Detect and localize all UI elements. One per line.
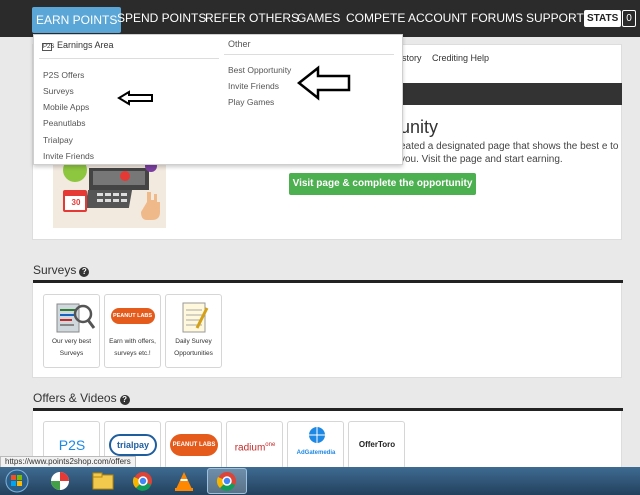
offertoro-logo: OfferToro xyxy=(358,440,396,449)
top-navigation: EARN POINTS SPEND POINTS REFER OTHERS GA… xyxy=(0,0,640,37)
stats-badge[interactable]: STATS xyxy=(584,10,622,27)
radiumone-logo-sup: one xyxy=(265,442,276,448)
help-icon[interactable]: ? xyxy=(119,395,130,405)
nav-games[interactable]: GAMES xyxy=(297,0,340,37)
menu-item-invite-friends-other[interactable]: Invite Friends xyxy=(228,81,279,91)
offer-tile-adgatemedia[interactable]: AdGatemedia xyxy=(287,421,344,469)
beach-ball-app-icon[interactable] xyxy=(43,469,77,493)
tile-caption: Earn with offers, surveys etc.! xyxy=(109,338,156,357)
help-icon[interactable]: ? xyxy=(79,267,90,277)
radiumone-logo: radiumone xyxy=(231,434,279,456)
survey-tile-best[interactable]: Our very best Surveys xyxy=(43,294,100,368)
vlc-icon[interactable] xyxy=(167,469,201,493)
survey-tile-peanutlabs[interactable]: PEANUT LABS Earn with offers, surveys et… xyxy=(104,294,161,368)
nav-support[interactable]: SUPPORT xyxy=(526,0,584,37)
hero-header-bar xyxy=(400,83,622,105)
menu-item-mobile-apps[interactable]: Mobile Apps xyxy=(43,102,89,112)
left-arrow-icon xyxy=(117,90,153,106)
trialpay-logo: trialpay xyxy=(109,434,157,456)
other-heading: Other xyxy=(228,39,251,49)
p2s-icon: P2S xyxy=(42,43,55,51)
offer-tile-offertoro[interactable]: OfferToro xyxy=(348,421,405,469)
adgate-globe-icon xyxy=(309,427,325,443)
surveys-title-text: Surveys xyxy=(33,263,77,277)
menu-item-p2s-offers[interactable]: P2S Offers xyxy=(43,70,84,80)
visit-opportunity-button[interactable]: Visit page & complete the opportunity xyxy=(289,173,476,195)
menu-item-play-games[interactable]: Play Games xyxy=(228,97,274,107)
surveys-title: Surveys? xyxy=(33,263,90,277)
history-link[interactable]: istory xyxy=(400,53,422,63)
peanut-labs-logo: PEANUT LABS xyxy=(108,300,158,334)
sub-navigation: istory Crediting Help xyxy=(400,53,497,63)
windows-taskbar xyxy=(0,467,640,495)
radiumone-logo-text: radium xyxy=(234,442,266,454)
survey-tile-daily[interactable]: Daily Survey Opportunities xyxy=(165,294,222,368)
tile-caption: Daily Survey Opportunities xyxy=(174,338,213,357)
menu-item-surveys[interactable]: Surveys xyxy=(43,86,74,96)
tile-caption: Our very best Surveys xyxy=(51,338,91,357)
left-arrow-icon xyxy=(296,65,351,101)
chrome-icon[interactable] xyxy=(126,469,160,493)
p2s-logo: P2S xyxy=(58,437,86,453)
adgatemedia-logo: AdGatemedia xyxy=(296,450,336,456)
hero-title: unity xyxy=(400,117,439,137)
peanutlabs-logo: PEANUT LABS xyxy=(170,434,218,456)
survey-clipboard-icon xyxy=(47,300,97,334)
opportunity-illustration: 30 xyxy=(53,162,166,228)
menu-item-trialpay[interactable]: Trialpay xyxy=(43,135,73,145)
crediting-help-link[interactable]: Crediting Help xyxy=(432,53,489,63)
offer-tile-radiumone[interactable]: radiumone xyxy=(226,421,283,469)
nav-account[interactable]: ACCOUNT xyxy=(408,0,467,37)
offer-tile-peanutlabs[interactable]: PEANUT LABS xyxy=(165,421,222,469)
file-explorer-icon[interactable] xyxy=(86,469,120,493)
start-button-icon[interactable] xyxy=(0,469,34,493)
peanut-labs-logo-text: PEANUT LABS xyxy=(110,308,155,324)
nav-spend-points[interactable]: SPEND POINTS xyxy=(117,0,206,37)
divider xyxy=(39,58,219,59)
calendar-day: 30 xyxy=(71,198,81,207)
notepad-icon xyxy=(169,300,219,334)
nav-forums[interactable]: FORUMS xyxy=(471,0,523,37)
chrome-icon xyxy=(216,472,236,491)
menu-item-peanutlabs[interactable]: Peanutlabs xyxy=(43,118,86,128)
menu-item-invite-friends[interactable]: Invite Friends xyxy=(43,151,94,161)
nav-refer-others[interactable]: REFER OTHERS xyxy=(205,0,299,37)
offers-title-text: Offers & Videos xyxy=(33,391,117,405)
hero-description: eated a designated page that shows the b… xyxy=(400,141,619,165)
divider xyxy=(224,54,394,55)
active-chrome-window[interactable] xyxy=(207,468,247,494)
count-badge[interactable]: 0 xyxy=(622,10,636,27)
menu-item-best-opportunity[interactable]: Best Opportunity xyxy=(228,65,291,75)
offers-title: Offers & Videos? xyxy=(33,391,130,405)
nav-compete[interactable]: COMPETE xyxy=(346,0,405,37)
nav-earn-points[interactable]: EARN POINTS xyxy=(32,7,122,33)
earnings-area-heading: P2S Earnings Area xyxy=(42,40,114,51)
earnings-area-title: Earnings Area xyxy=(57,40,114,50)
